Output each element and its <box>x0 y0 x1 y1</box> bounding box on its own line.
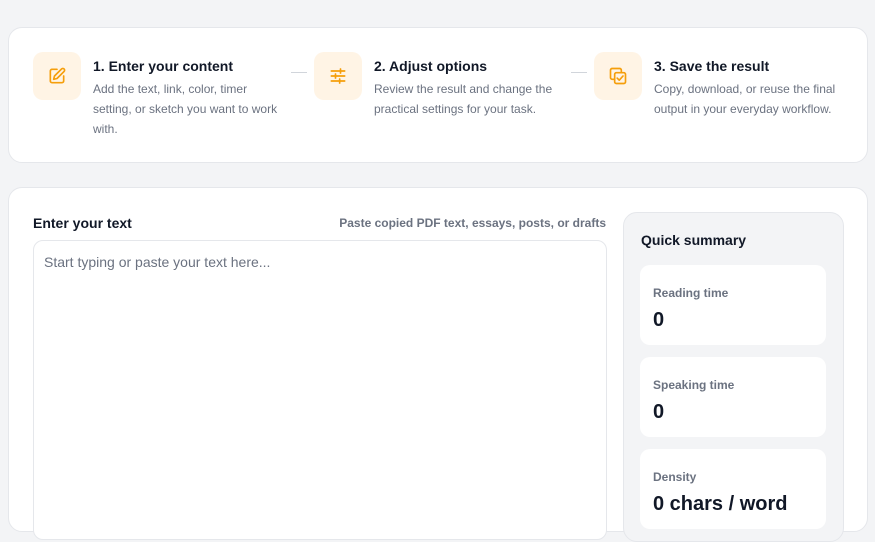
step-connector <box>571 72 587 73</box>
step-description: Copy, download, or reuse the final outpu… <box>654 82 836 116</box>
step-title: 2. Adjust options <box>374 58 488 74</box>
stat-label: Speaking time <box>653 378 735 392</box>
step-description: Add the text, link, color, timer setting… <box>93 82 278 136</box>
steps-card: 1. Enter your content Add the text, link… <box>8 27 868 163</box>
step-text: 2. Adjust options Review the result and … <box>374 57 559 119</box>
stat-reading-time: Reading time 0 <box>640 265 826 345</box>
text-input-label: Enter your text <box>33 215 132 231</box>
stat-value: 0 <box>653 401 665 423</box>
step-title: 1. Enter your content <box>93 58 234 74</box>
step-text: 1. Enter your content Add the text, link… <box>93 57 278 139</box>
step-description: Review the result and change the practic… <box>374 82 553 116</box>
quick-summary-panel: Quick summary Reading time 0 Speaking ti… <box>623 212 844 542</box>
stat-label: Reading time <box>653 286 729 300</box>
text-analyzer-card: Enter your text Paste copied PDF text, e… <box>8 187 868 542</box>
step-text: 3. Save the result Copy, download, or re… <box>654 57 839 119</box>
stat-label: Density <box>653 470 697 484</box>
stat-speaking-time: Speaking time 0 <box>640 357 826 437</box>
step-connector <box>291 72 307 73</box>
summary-title: Quick summary <box>641 232 747 248</box>
copy-check-icon <box>594 52 642 100</box>
pencil-square-icon <box>33 52 81 100</box>
stat-density: Density 0 chars / word <box>640 449 826 529</box>
stat-value: 0 <box>653 309 665 331</box>
step-title: 3. Save the result <box>654 58 770 74</box>
text-input[interactable] <box>33 240 607 540</box>
text-input-hint: Paste copied PDF text, essays, posts, or… <box>339 216 606 230</box>
sliders-icon <box>314 52 362 100</box>
stat-value: 0 chars / word <box>653 493 788 515</box>
